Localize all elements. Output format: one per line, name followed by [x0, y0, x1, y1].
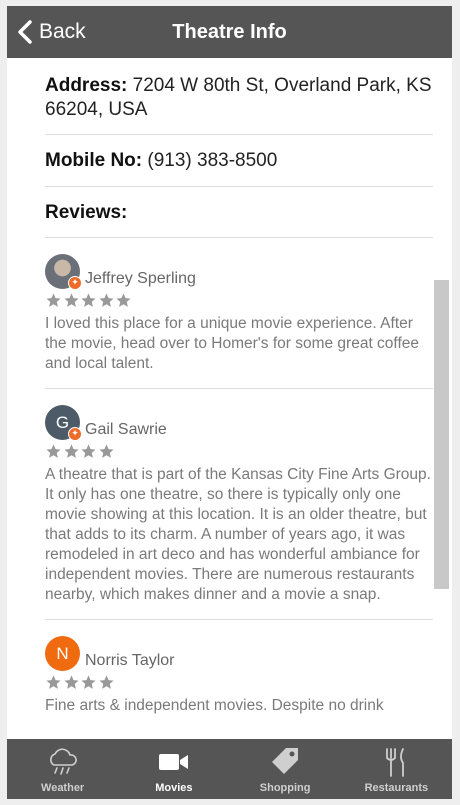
tab-restaurants[interactable]: Restaurants	[341, 739, 452, 799]
address-label: Address:	[45, 75, 128, 96]
star-icon	[81, 444, 96, 458]
star-icon	[81, 293, 96, 307]
tab-label: Movies	[155, 782, 193, 794]
star-icon	[98, 444, 114, 458]
reviewer-name: Jeffrey Sperling	[85, 270, 196, 287]
avatar-initial: G	[55, 412, 70, 432]
star-icon	[98, 675, 114, 689]
star-icon	[116, 293, 131, 307]
star-icon	[98, 293, 114, 307]
tag-icon	[272, 748, 299, 774]
address-field: Address: 7204 W 80th St, Overland Park, …	[45, 58, 433, 134]
reviewer-name: Gail Sawrie	[85, 421, 167, 438]
star-icon	[63, 675, 79, 689]
tab-shopping[interactable]: Shopping	[230, 739, 341, 799]
tab-label: Weather	[41, 782, 85, 794]
local-guide-badge-icon: ✦	[68, 427, 82, 441]
star-icon	[46, 444, 61, 458]
tab-label: Restaurants	[364, 782, 429, 794]
review-item: N Norris Taylor Fine arts & independent …	[45, 620, 433, 730]
mobile-field: Mobile No: (913) 383-8500	[45, 135, 433, 186]
mobile-label: Mobile No:	[45, 150, 143, 171]
bottom-tab-bar: Weather Movies Shopping Restaurants	[7, 739, 452, 799]
star-icon	[46, 675, 61, 689]
review-text: I loved this place for a unique movie ex…	[45, 315, 419, 372]
reviews-heading: Reviews:	[45, 202, 128, 223]
avatar: N	[45, 636, 80, 671]
reviewer-name: Norris Taylor	[85, 652, 175, 669]
star-rating	[45, 674, 433, 693]
local-guide-badge-icon: ✦	[68, 276, 82, 290]
scrollbar-thumb[interactable]	[434, 280, 449, 589]
star-icon	[81, 675, 96, 689]
page-title: Theatre Info	[172, 21, 287, 43]
star-icon	[63, 293, 79, 307]
review-item: ✦ Jeffrey Sperling I loved this place fo…	[45, 238, 433, 388]
tab-movies[interactable]: Movies	[118, 739, 229, 799]
theatre-info-content[interactable]: Address: 7204 W 80th St, Overland Park, …	[7, 58, 452, 739]
avatar: G ✦	[45, 405, 82, 441]
avatar: ✦	[45, 254, 82, 290]
star-icon	[63, 444, 79, 458]
header-bar: Back Theatre Info	[7, 6, 452, 58]
review-text: Fine arts & independent movies. Despite …	[45, 697, 384, 714]
fork-knife-icon	[386, 748, 405, 777]
app-frame: Back Theatre Info Address: 7204 W 80th S…	[7, 6, 452, 799]
review-item: G ✦ Gail Sawrie A theatre that is part o…	[45, 389, 433, 619]
star-rating	[45, 292, 433, 311]
avatar-initial: N	[56, 643, 69, 663]
cloud-rain-icon	[49, 748, 77, 775]
tab-weather[interactable]: Weather	[7, 739, 118, 799]
video-camera-icon	[158, 754, 188, 770]
star-rating	[45, 443, 433, 462]
review-text: A theatre that is part of the Kansas Cit…	[45, 466, 431, 603]
star-icon	[46, 293, 61, 307]
mobile-value[interactable]: (913) 383-8500	[147, 150, 277, 171]
tab-label: Shopping	[259, 782, 311, 794]
